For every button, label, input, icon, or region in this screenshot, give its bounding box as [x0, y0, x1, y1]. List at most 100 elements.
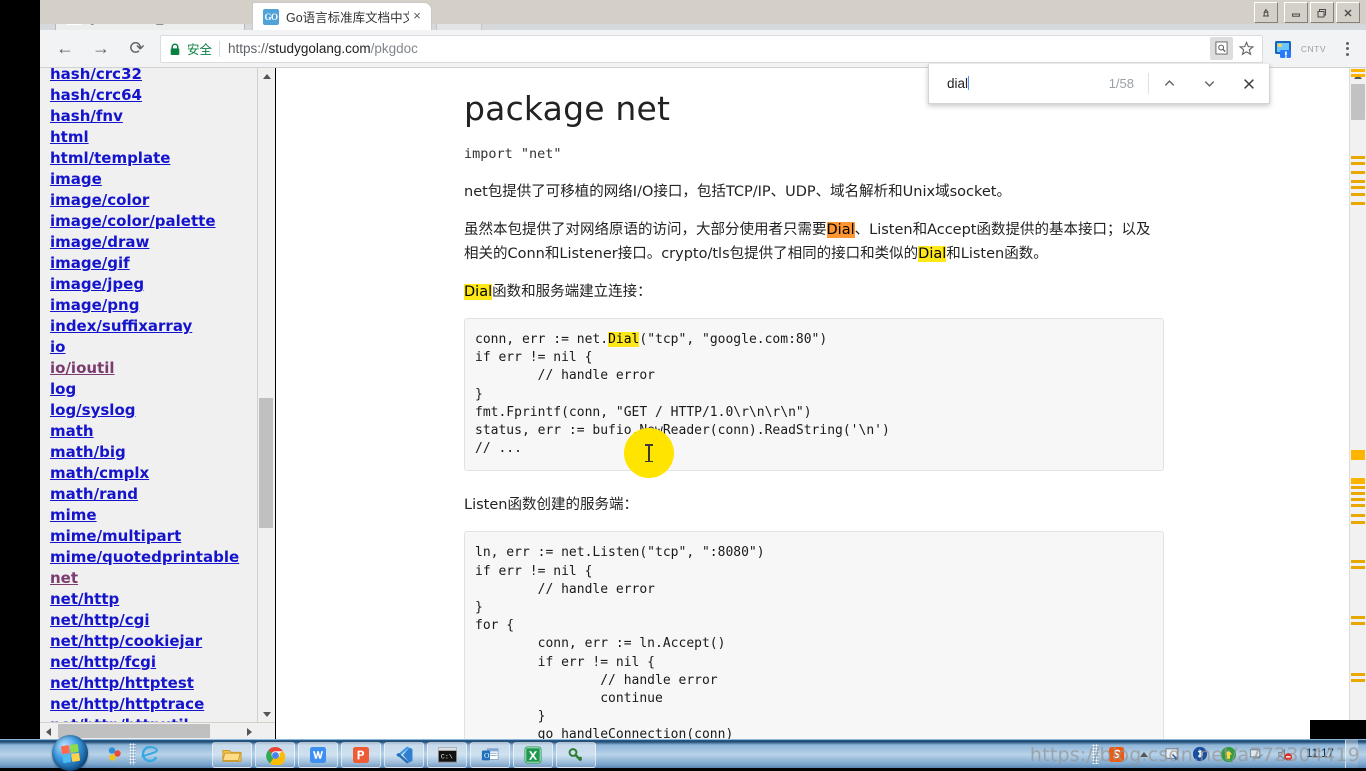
back-button[interactable]: ← — [50, 34, 80, 64]
para3-text: 函数和服务端建立连接： — [492, 284, 652, 300]
page-scrollbar[interactable] — [1349, 68, 1366, 740]
sidebar-item-image-color[interactable]: image/color — [50, 190, 255, 211]
sidebar-item-io[interactable]: io — [50, 337, 255, 358]
svg-text:C:\: C:\ — [440, 752, 452, 760]
tab-close-icon[interactable]: × — [409, 8, 425, 25]
sidebar-item-log-syslog[interactable]: log/syslog — [50, 400, 255, 421]
sidebar-item-math-big[interactable]: math/big — [50, 442, 255, 463]
window-titlebar — [40, 0, 1366, 24]
sidebar-item-net-http-httptest[interactable]: net/http/httptest — [50, 673, 255, 694]
help-button[interactable] — [1254, 2, 1278, 23]
paragraph-listen-caption: Listen函数创建的服务端： — [464, 497, 638, 514]
find-mark — [1351, 616, 1365, 619]
code1-prefix: conn, err := net. — [475, 332, 609, 347]
tab-title: Go语言标准库文档中文版 — [286, 11, 409, 25]
text-cursor-icon — [645, 444, 652, 462]
address-bar[interactable]: 安全 https://studygolang.com/pkgdoc — [160, 34, 1263, 63]
find-mark — [1351, 74, 1365, 77]
sidebar-item-mime[interactable]: mime — [50, 505, 255, 526]
taskbar-item-wps-writer[interactable] — [298, 742, 338, 768]
sidebar-item-net-http-httptrace[interactable]: net/http/httptrace — [50, 694, 255, 715]
sidebar-item-net[interactable]: net — [50, 568, 255, 589]
sidebar-item-hash-fnv[interactable]: hash/fnv — [50, 106, 255, 127]
find-mark — [1351, 622, 1365, 625]
sidebar-item-net-http-cookiejar[interactable]: net/http/cookiejar — [50, 631, 255, 652]
sidebar-hscroll-thumb[interactable] — [58, 724, 210, 738]
package-links: hash/crc32 hash/crc64 hash/fnv html html… — [50, 68, 255, 736]
sidebar-item-log[interactable]: log — [50, 379, 255, 400]
taskbar-item-navicat[interactable] — [556, 742, 596, 768]
sidebar-item-mime-multipart[interactable]: mime/multipart — [50, 526, 255, 547]
taskbar-item-google-chrome[interactable] — [255, 742, 295, 768]
reader-view-icon[interactable] — [1209, 36, 1233, 60]
sidebar-item-image-gif[interactable]: image/gif — [50, 253, 255, 274]
package-list-pane: hash/crc32 hash/crc64 hash/fnv html html… — [40, 68, 276, 740]
scroll-up-icon[interactable] — [258, 68, 275, 85]
sidebar-item-index-suffixarray[interactable]: index/suffixarray — [50, 316, 255, 337]
sidebar-item-net-http-cgi[interactable]: net/http/cgi — [50, 610, 255, 631]
sidebar-item-net-http[interactable]: net/http — [50, 589, 255, 610]
security-label: 安全 — [187, 43, 213, 57]
omnibox-icons — [1209, 36, 1258, 60]
sidebar-item-hash-crc64[interactable]: hash/crc64 — [50, 85, 255, 106]
find-mark — [1351, 478, 1365, 484]
sidebar-scroll-thumb[interactable] — [259, 398, 273, 528]
sogou-pinyin-icon[interactable] — [104, 743, 126, 765]
taskbar-item-file-explorer[interactable] — [212, 742, 252, 768]
watermark: https://blog.csdn.net/a772304419 — [1029, 744, 1360, 766]
internet-explorer-icon[interactable] — [139, 743, 161, 765]
start-button[interactable] — [52, 735, 88, 771]
minimize-button[interactable] — [1284, 2, 1308, 23]
find-match-active: Dial — [826, 222, 855, 238]
star-icon[interactable] — [1235, 37, 1258, 60]
sidebar-item-image[interactable]: image — [50, 169, 255, 190]
desktop-background-patch — [1310, 720, 1366, 740]
sidebar-item-math-cmplx[interactable]: math/cmplx — [50, 463, 255, 484]
sidebar-item-io-ioutil[interactable]: io/ioutil — [50, 358, 255, 379]
sidebar-item-math[interactable]: math — [50, 421, 255, 442]
restore-button[interactable] — [1310, 2, 1334, 23]
sidebar-vertical-scrollbar[interactable] — [257, 68, 275, 723]
reload-button[interactable]: ⟳ — [122, 34, 152, 64]
scroll-right-icon[interactable] — [241, 723, 258, 740]
window-controls — [1254, 2, 1360, 23]
find-input[interactable]: dial — [929, 76, 1109, 91]
taskbar-item-command-prompt[interactable]: C:\ — [427, 742, 467, 768]
sidebar-item-net-http-fcgi[interactable]: net/http/fcgi — [50, 652, 255, 673]
sidebar-item-mime-quotedprintable[interactable]: mime/quotedprintable — [50, 547, 255, 568]
chrome-browser: go 官方文档_百度搜索 × GO Go语言标准库文档中文版 × ← → ⟳ — [40, 0, 1366, 740]
scroll-down-icon[interactable] — [258, 706, 275, 723]
code-block-listen: ln, err := net.Listen("tcp", ":8080") if… — [464, 531, 1164, 740]
sidebar-item-html[interactable]: html — [50, 127, 255, 148]
taskbar-item-visual-studio-code[interactable] — [384, 742, 424, 768]
page-scroll-thumb[interactable] — [1351, 84, 1365, 120]
screen: go 官方文档_百度搜索 × GO Go语言标准库文档中文版 × ← → ⟳ — [0, 0, 1366, 771]
taskbar-buttons: C:\ O — [212, 742, 596, 768]
taskbar-item-wps-presentation[interactable] — [341, 742, 381, 768]
sidebar-item-image-draw[interactable]: image/draw — [50, 232, 255, 253]
sidebar-item-hash-crc32[interactable]: hash/crc32 — [50, 68, 255, 85]
para2-part-a: 虽然本包提供了对网络原语的访问，大部分使用者只需要 — [464, 222, 827, 238]
find-next-button[interactable] — [1189, 64, 1229, 103]
toolbar-grip[interactable] — [129, 743, 136, 765]
cntv-extension-icon[interactable] — [1271, 36, 1297, 62]
find-mark — [1351, 450, 1365, 460]
sidebar-item-html-template[interactable]: html/template — [50, 148, 255, 169]
paragraph-intro: net包提供了可移植的网络I/O接口，包括TCP/IP、UDP、域名解析和Uni… — [464, 184, 1011, 200]
find-mark — [1351, 186, 1365, 189]
find-previous-button[interactable] — [1149, 64, 1189, 103]
find-match: Dial — [464, 284, 493, 300]
kebab-menu-icon[interactable] — [1334, 34, 1360, 64]
forward-button[interactable]: → — [86, 34, 116, 64]
sidebar-item-image-color-palette[interactable]: image/color/palette — [50, 211, 255, 232]
close-button[interactable] — [1336, 2, 1360, 23]
scroll-left-icon[interactable] — [40, 723, 57, 740]
taskbar-item-wps-spreadsheet[interactable] — [513, 742, 553, 768]
find-close-button[interactable] — [1229, 64, 1269, 103]
sidebar-item-image-jpeg[interactable]: image/jpeg — [50, 274, 255, 295]
tab-golang-doc[interactable]: GO Go语言标准库文档中文版 × — [252, 2, 432, 30]
find-mark — [1351, 193, 1365, 196]
sidebar-item-math-rand[interactable]: math/rand — [50, 484, 255, 505]
sidebar-item-image-png[interactable]: image/png — [50, 295, 255, 316]
taskbar-item-outlook[interactable]: O — [470, 742, 510, 768]
